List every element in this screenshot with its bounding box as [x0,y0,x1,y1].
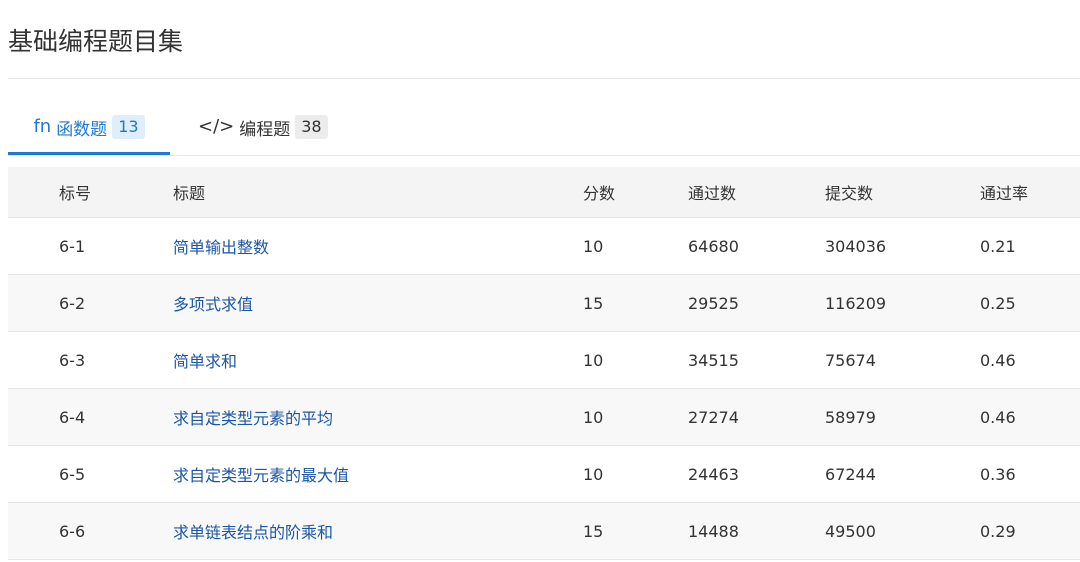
problem-title-link[interactable]: 求自定类型元素的最大值 [173,466,349,485]
table-row: 6-3 简单求和 10 34515 75674 0.46 [8,331,1080,389]
column-header-submitted[interactable]: 提交数 [825,167,980,218]
problem-passed-count: 34515 [688,331,825,389]
problem-score: 10 [583,331,688,389]
problem-id: 6-5 [8,445,173,503]
tab-function-problems[interactable]: fn 函数题 13 [8,100,170,155]
table-row: 6-1 简单输出整数 10 64680 304036 0.21 [8,217,1080,275]
problem-score: 15 [583,502,688,560]
column-header-title[interactable]: 标题 [173,167,583,218]
problem-passed-count: 24463 [688,445,825,503]
problem-pass-rate: 0.21 [980,217,1080,275]
page-title: 基础编程题目集 [8,27,184,56]
column-header-passed[interactable]: 通过数 [688,167,825,218]
problem-pass-rate: 0.36 [980,445,1080,503]
problem-submitted-count: 304036 [825,217,980,275]
problem-title-link[interactable]: 简单输出整数 [173,238,269,257]
problem-passed-count: 29525 [688,274,825,332]
table-header-row: 标号 标题 分数 通过数 提交数 通过率 [8,167,1080,218]
column-header-id[interactable]: 标号 [8,167,173,218]
table-row: 6-6 求单链表结点的阶乘和 15 14488 49500 0.29 [8,502,1080,560]
problem-passed-count: 14488 [688,502,825,560]
problem-id: 6-1 [8,217,173,275]
problem-id: 6-6 [8,502,173,560]
problem-title-link[interactable]: 简单求和 [173,352,237,371]
problem-submitted-count: 67244 [825,445,980,503]
problem-submitted-count: 75674 [825,331,980,389]
count-badge: 38 [295,115,328,139]
problem-pass-rate: 0.46 [980,388,1080,446]
tab-programming-problems[interactable]: </> 编程题 38 [198,100,338,154]
table-row: 6-4 求自定类型元素的平均 10 27274 58979 0.46 [8,388,1080,446]
tab-label: 函数题 [56,119,108,140]
column-header-score[interactable]: 分数 [583,167,688,218]
problem-submitted-count: 58979 [825,388,980,446]
problem-score: 10 [583,445,688,503]
problem-id: 6-2 [8,274,173,332]
problem-passed-count: 64680 [688,217,825,275]
problem-pass-rate: 0.46 [980,331,1080,389]
problem-type-tabs: fn 函数题 13 </> 编程题 38 [8,100,1080,156]
problem-score: 10 [583,217,688,275]
problem-id: 6-4 [8,388,173,446]
problem-title-link[interactable]: 求自定类型元素的平均 [173,409,333,428]
problem-table: 标号 标题 分数 通过数 提交数 通过率 6-1 简单输出整数 10 64680… [8,167,1080,560]
problem-score: 15 [583,274,688,332]
table-row: 6-5 求自定类型元素的最大值 10 24463 67244 0.36 [8,445,1080,503]
problem-submitted-count: 116209 [825,274,980,332]
problem-pass-rate: 0.25 [980,274,1080,332]
function-icon: fn [33,116,52,137]
problem-passed-count: 27274 [688,388,825,446]
problem-title-link[interactable]: 多项式求值 [173,295,253,314]
count-badge: 13 [112,115,145,139]
column-header-rate[interactable]: 通过率 [980,167,1080,218]
problem-submitted-count: 49500 [825,502,980,560]
problem-score: 10 [583,388,688,446]
code-icon: </> [198,116,235,137]
problem-pass-rate: 0.29 [980,502,1080,560]
problem-id: 6-3 [8,331,173,389]
title-divider [8,78,1080,79]
table-row: 6-2 多项式求值 15 29525 116209 0.25 [8,274,1080,332]
tab-label: 编程题 [239,119,291,140]
problem-title-link[interactable]: 求单链表结点的阶乘和 [173,523,333,542]
